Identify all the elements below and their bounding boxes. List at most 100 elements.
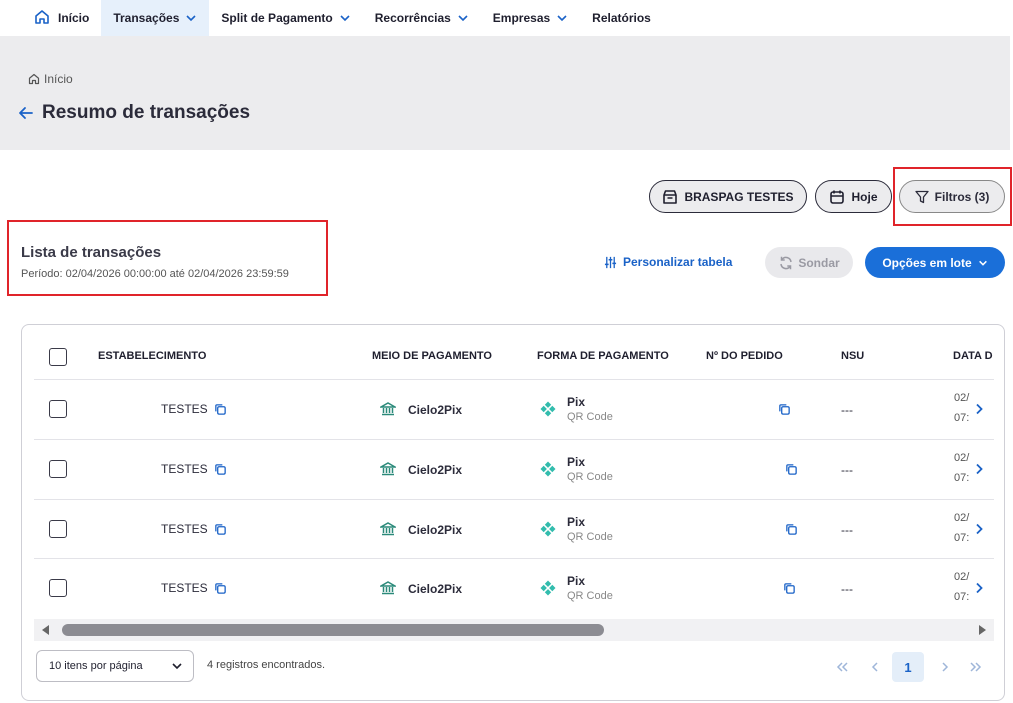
row-checkbox[interactable] [49, 579, 67, 597]
copy-icon[interactable] [214, 403, 227, 416]
scrollbar-thumb[interactable] [62, 624, 604, 636]
arrow-left-icon[interactable] [18, 105, 34, 121]
batch-options-label: Opções em lote [882, 255, 972, 270]
probe-button[interactable]: Sondar [765, 247, 853, 278]
table-header: ESTABELECIMENTO MEIO DE PAGAMENTO FORMA … [22, 325, 1004, 380]
merchant-button[interactable]: BRASPAG TESTES [649, 180, 807, 213]
copy-icon[interactable] [785, 523, 798, 536]
last-page-icon[interactable] [968, 652, 984, 682]
chevron-right-icon[interactable] [974, 463, 984, 475]
merchant-cell: TESTES [161, 462, 208, 476]
col-forma-pagamento[interactable]: FORMA DE PAGAMENTO [537, 350, 669, 362]
row-checkbox[interactable] [49, 460, 67, 478]
col-numero-pedido[interactable]: Nº DO PEDIDO [706, 350, 783, 362]
copy-icon[interactable] [214, 582, 227, 595]
table-row[interactable]: TESTES Cielo2Pix Pix QR Code --- 02/ 07: [34, 379, 994, 439]
chevron-right-icon[interactable] [974, 523, 984, 535]
method-cell: Pix [567, 395, 586, 409]
date-cell-bottom: 07: [954, 532, 970, 544]
method-sub-cell: QR Code [567, 471, 613, 483]
chevron-down-icon [557, 15, 567, 22]
nav-transacoes[interactable]: Transações [101, 0, 210, 36]
copy-icon[interactable] [778, 403, 791, 416]
method-cell: Pix [567, 515, 586, 529]
page-header: Início Resumo de transações [0, 36, 1010, 150]
table-row[interactable]: TESTES Cielo2Pix Pix QR Code --- 02/ 07: [34, 558, 994, 618]
scroll-right-arrow-icon[interactable] [979, 625, 986, 635]
merchant-cell: TESTES [161, 581, 208, 595]
highlight-list-header [7, 220, 328, 296]
nav-home-label: Início [58, 11, 90, 25]
chevron-down-icon [978, 260, 987, 266]
horizontal-scrollbar[interactable] [34, 619, 994, 641]
provider-cell: Cielo2Pix [408, 582, 463, 596]
home-icon[interactable] [34, 9, 50, 25]
customize-table-label: Personalizar tabela [623, 255, 733, 269]
today-button[interactable]: Hoje [815, 180, 892, 213]
nav-recorrencias[interactable]: Recorrências [363, 0, 481, 36]
chevron-right-icon[interactable] [974, 582, 984, 594]
copy-icon[interactable] [214, 523, 227, 536]
nav-home[interactable]: Início [0, 0, 101, 36]
chevron-down-icon [172, 663, 182, 670]
title-row: Resumo de transações [18, 102, 250, 124]
transactions-table: ESTABELECIMENTO MEIO DE PAGAMENTO FORMA … [21, 324, 1005, 701]
provider-cell: Cielo2Pix [408, 463, 463, 477]
method-sub-cell: QR Code [567, 531, 613, 543]
copy-icon[interactable] [783, 582, 796, 595]
per-page-select[interactable]: 10 itens por página [36, 650, 194, 682]
table-row[interactable]: TESTES Cielo2Pix Pix QR Code --- 02/ 07: [34, 439, 994, 499]
breadcrumb-home[interactable]: Início [44, 72, 73, 86]
customize-table-button[interactable]: Personalizar tabela [604, 255, 732, 269]
date-cell-bottom: 07: [954, 472, 970, 484]
scroll-left-arrow-icon[interactable] [42, 625, 49, 635]
nav-recorrencias-label: Recorrências [374, 11, 451, 25]
next-page-icon[interactable] [938, 652, 952, 682]
date-cell-top: 02/ [954, 571, 970, 583]
select-all-checkbox[interactable] [49, 348, 67, 366]
date-cell-top: 02/ [954, 452, 970, 464]
copy-icon[interactable] [785, 463, 798, 476]
date-cell-bottom: 07: [954, 412, 970, 424]
page-button-current[interactable]: 1 [892, 652, 924, 682]
row-checkbox[interactable] [49, 520, 67, 538]
nsu-cell: --- [841, 403, 853, 417]
col-estabelecimento[interactable]: ESTABELECIMENTO [98, 350, 206, 362]
col-nsu[interactable]: NSU [841, 350, 864, 362]
nav-empresas-label: Empresas [492, 11, 551, 25]
chevron-right-icon[interactable] [974, 403, 984, 415]
copy-icon[interactable] [214, 463, 227, 476]
bank-icon [380, 402, 396, 416]
method-cell: Pix [567, 455, 586, 469]
nav-split-label: Split de Pagamento [221, 11, 333, 25]
merchant-cell: TESTES [161, 402, 208, 416]
merchant-cell: TESTES [161, 522, 208, 536]
batch-options-button[interactable]: Opções em lote [865, 247, 1005, 278]
method-sub-cell: QR Code [567, 411, 613, 423]
table-row[interactable]: TESTES Cielo2Pix Pix QR Code --- 02/ 07: [34, 499, 994, 559]
nav-empresas[interactable]: Empresas [481, 0, 580, 36]
today-button-label: Hoje [851, 189, 878, 204]
previous-page-icon[interactable] [868, 652, 882, 682]
breadcrumb[interactable]: Início [28, 72, 73, 86]
col-data[interactable]: DATA D [953, 350, 993, 362]
row-checkbox[interactable] [49, 400, 67, 418]
nav-relatorios[interactable]: Relatórios [580, 0, 663, 36]
nsu-cell: --- [841, 463, 853, 477]
page-title: Resumo de transações [42, 102, 251, 123]
col-meio-pagamento[interactable]: MEIO DE PAGAMENTO [372, 350, 492, 362]
sliders-icon [604, 256, 617, 268]
chevron-down-icon [340, 15, 350, 22]
store-icon [663, 189, 678, 204]
date-cell-bottom: 07: [954, 591, 970, 603]
bank-icon [380, 581, 396, 595]
date-cell-top: 02/ [954, 512, 970, 524]
first-page-icon[interactable] [834, 652, 850, 682]
provider-cell: Cielo2Pix [408, 523, 463, 537]
method-sub-cell: QR Code [567, 590, 613, 602]
nav-split[interactable]: Split de Pagamento [209, 0, 362, 36]
nsu-cell: --- [841, 582, 853, 596]
chevron-down-icon [458, 15, 468, 22]
highlight-filters [893, 167, 1012, 226]
pix-icon [540, 461, 556, 477]
